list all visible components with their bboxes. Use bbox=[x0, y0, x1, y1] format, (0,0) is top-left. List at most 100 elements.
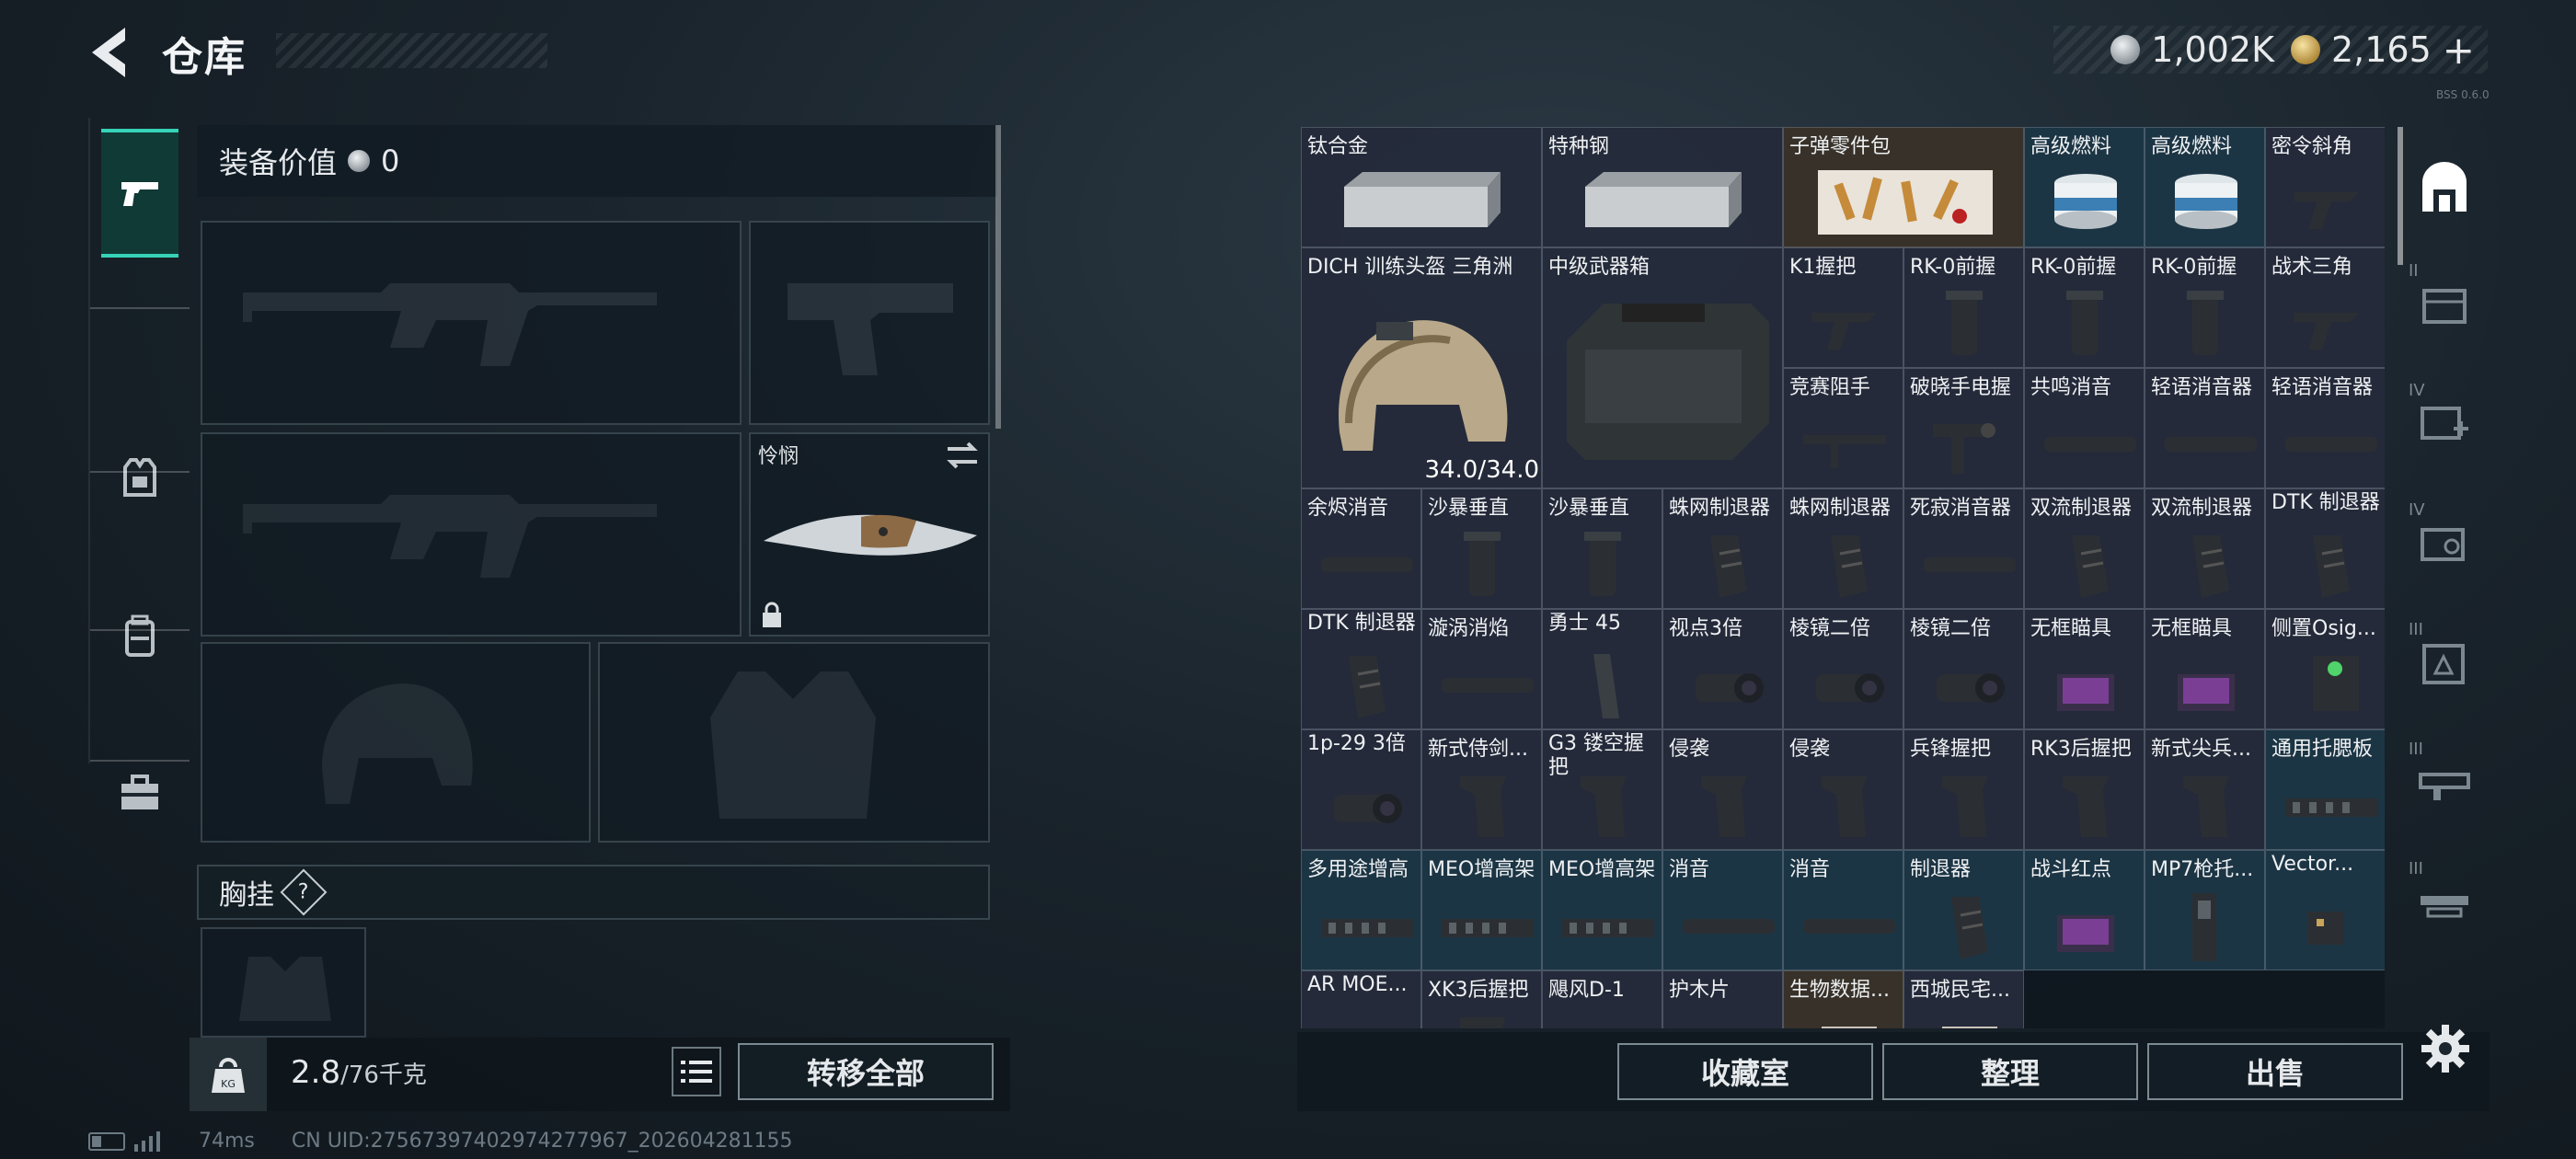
signal-icon bbox=[134, 1130, 160, 1152]
storage-item[interactable]: 破晓手电握 bbox=[1903, 368, 2024, 488]
rail-tier-3-ammo[interactable]: III bbox=[2403, 616, 2486, 708]
nav-backpack[interactable] bbox=[101, 572, 178, 701]
storage-item[interactable]: 漩涡消焰 bbox=[1421, 609, 1542, 729]
gold-coin-icon bbox=[2291, 35, 2320, 64]
gold-currency[interactable]: 2,165 + bbox=[2291, 28, 2475, 73]
rail-tier-3-gear[interactable]: III bbox=[2403, 855, 2486, 947]
nav-toolbox[interactable] bbox=[101, 729, 178, 857]
storage-item[interactable]: 通用托腮板 bbox=[2265, 729, 2385, 850]
storage-item[interactable]: 棱镜二倍 bbox=[1903, 609, 2024, 729]
melee-slot[interactable]: 怜悯 bbox=[749, 432, 990, 637]
storage-item[interactable]: 生物数据... bbox=[1783, 970, 1903, 1028]
storage-item[interactable]: 中级武器箱 bbox=[1542, 247, 1783, 488]
add-gold-icon[interactable]: + bbox=[2443, 28, 2475, 73]
storage-item[interactable]: 余烬消音 bbox=[1301, 488, 1421, 609]
storage-item[interactable]: RK-0前握 bbox=[1903, 247, 2024, 368]
rail-tier-2[interactable]: II bbox=[2403, 258, 2486, 350]
collection-room-button[interactable]: 收藏室 bbox=[1617, 1043, 1873, 1100]
storage-item[interactable]: 共鸣消音 bbox=[2024, 368, 2145, 488]
title-decoration bbox=[276, 33, 547, 68]
organize-button[interactable]: 整理 bbox=[1882, 1043, 2138, 1100]
storage-item[interactable]: 侵袭 bbox=[1783, 729, 1903, 850]
storage-item[interactable]: 双流制退器 bbox=[2024, 488, 2145, 609]
storage-item[interactable]: 钛合金 bbox=[1301, 127, 1542, 247]
swap-icon[interactable] bbox=[944, 440, 981, 471]
storage-item[interactable]: DTK 制退器 bbox=[1301, 609, 1421, 729]
storage-item[interactable]: 制退器 bbox=[1903, 850, 2024, 970]
primary-weapon-slot[interactable] bbox=[201, 221, 742, 425]
storage-item[interactable]: 蛛网制退器 bbox=[1662, 488, 1783, 609]
storage-item[interactable]: 沙暴垂直 bbox=[1421, 488, 1542, 609]
sidearm-slot[interactable] bbox=[749, 221, 990, 425]
rail-tier-4-case[interactable]: IV bbox=[2403, 497, 2486, 589]
storage-item[interactable]: RK-0前握 bbox=[2024, 247, 2145, 368]
storage-item[interactable]: 轻语消音器 bbox=[2265, 368, 2385, 488]
storage-item[interactable]: 沙暴垂直 bbox=[1542, 488, 1662, 609]
storage-item[interactable]: 战斗红点 bbox=[2024, 850, 2145, 970]
storage-item[interactable]: 子弹零件包 bbox=[1783, 127, 2024, 247]
storage-item[interactable]: 高级燃料 bbox=[2024, 127, 2145, 247]
storage-item[interactable]: DICH 训练头盔 三角洲 34.0/34.0 bbox=[1301, 247, 1542, 488]
storage-item[interactable]: 密令斜角 bbox=[2265, 127, 2385, 247]
rail-item-icon bbox=[2284, 798, 2377, 817]
chest-rig-slot[interactable] bbox=[201, 927, 366, 1038]
secondary-weapon-slot[interactable] bbox=[201, 432, 742, 637]
storage-item[interactable]: 死寂消音器 bbox=[1903, 488, 2024, 609]
storage-item[interactable]: Vector... bbox=[2265, 850, 2385, 970]
storage-item[interactable]: RK-0前握 bbox=[2145, 247, 2265, 368]
storage-item[interactable]: 轻语消音器 bbox=[2145, 368, 2265, 488]
back-button[interactable] bbox=[85, 24, 140, 81]
rail-tier-3-weapons[interactable]: III bbox=[2403, 736, 2486, 828]
storage-item[interactable]: 侧置Osig... bbox=[2265, 609, 2385, 729]
storage-item[interactable]: 1p-29 3倍 bbox=[1301, 729, 1421, 850]
storage-item[interactable]: RK3后握把 bbox=[2024, 729, 2145, 850]
nav-weapons[interactable] bbox=[101, 129, 178, 258]
storage-item[interactable]: 竞赛阻手 bbox=[1783, 368, 1903, 488]
storage-item[interactable]: K1握把 bbox=[1783, 247, 1903, 368]
storage-item-label: 通用托腮板 bbox=[2271, 738, 2374, 761]
equipment-scrollbar[interactable] bbox=[995, 125, 1001, 429]
storage-item[interactable]: 西城民宅... bbox=[1903, 970, 2024, 1028]
storage-item-label: 无框瞄具 bbox=[2030, 617, 2112, 640]
storage-item[interactable]: 兵锋握把 bbox=[1903, 729, 2024, 850]
storage-item[interactable]: MEO增高架 bbox=[1542, 850, 1662, 970]
storage-item[interactable]: G3 镂空握把 bbox=[1542, 729, 1662, 850]
storage-item[interactable]: XK3后握把 bbox=[1421, 970, 1542, 1028]
rail-tier-4-medical[interactable]: IV bbox=[2403, 377, 2486, 469]
storage-item[interactable]: 战术三角 bbox=[2265, 247, 2385, 368]
storage-item[interactable]: 无框瞄具 bbox=[2145, 609, 2265, 729]
sell-button[interactable]: 出售 bbox=[2147, 1043, 2403, 1100]
storage-item[interactable]: 新式侍剑... bbox=[1421, 729, 1542, 850]
storage-item[interactable]: 新式尖兵... bbox=[2145, 729, 2265, 850]
storage-item[interactable]: 侵袭 bbox=[1662, 729, 1783, 850]
storage-item-label: 制退器 bbox=[1910, 858, 1972, 881]
storage-item[interactable]: MP7枪托... bbox=[2145, 850, 2265, 970]
storage-item[interactable]: 视点3倍 bbox=[1662, 609, 1783, 729]
storage-item[interactable]: DTK 制退器 bbox=[2265, 488, 2385, 609]
help-icon[interactable]: ? bbox=[280, 868, 328, 916]
storage-item[interactable]: 多用途增高 bbox=[1301, 850, 1421, 970]
storage-item[interactable]: 双流制退器 bbox=[2145, 488, 2265, 609]
chest-rig-header: 胸挂 ? bbox=[197, 865, 990, 920]
storage-item[interactable]: 棱镜二倍 bbox=[1783, 609, 1903, 729]
storage-item[interactable]: 消音 bbox=[1662, 850, 1783, 970]
storage-item[interactable]: 消音 bbox=[1783, 850, 1903, 970]
storage-item[interactable]: 特种钢 bbox=[1542, 127, 1783, 247]
settings-gear-icon[interactable] bbox=[2418, 1021, 2473, 1076]
transfer-all-button[interactable]: 转移全部 bbox=[738, 1043, 994, 1100]
nav-armor[interactable] bbox=[101, 414, 178, 543]
storage-item[interactable]: 高级燃料 bbox=[2145, 127, 2265, 247]
storage-item[interactable]: 无框瞄具 bbox=[2024, 609, 2145, 729]
storage-item[interactable]: MEO增高架 bbox=[1421, 850, 1542, 970]
storage-item-label: 漩涡消焰 bbox=[1428, 617, 1510, 640]
storage-item-label: DTK 制退器 bbox=[2271, 491, 2380, 514]
armor-slot[interactable] bbox=[598, 642, 990, 843]
list-view-button[interactable] bbox=[672, 1047, 721, 1096]
storage-item[interactable]: AR MOE... bbox=[1301, 970, 1421, 1028]
rail-all-storage[interactable] bbox=[2403, 143, 2486, 235]
helmet-slot[interactable] bbox=[201, 642, 591, 843]
storage-item[interactable]: 蛛网制退器 bbox=[1783, 488, 1903, 609]
storage-item[interactable]: 护木片 bbox=[1662, 970, 1783, 1028]
storage-item[interactable]: 飓风D-1 bbox=[1542, 970, 1662, 1028]
storage-item[interactable]: 勇士 45 bbox=[1542, 609, 1662, 729]
